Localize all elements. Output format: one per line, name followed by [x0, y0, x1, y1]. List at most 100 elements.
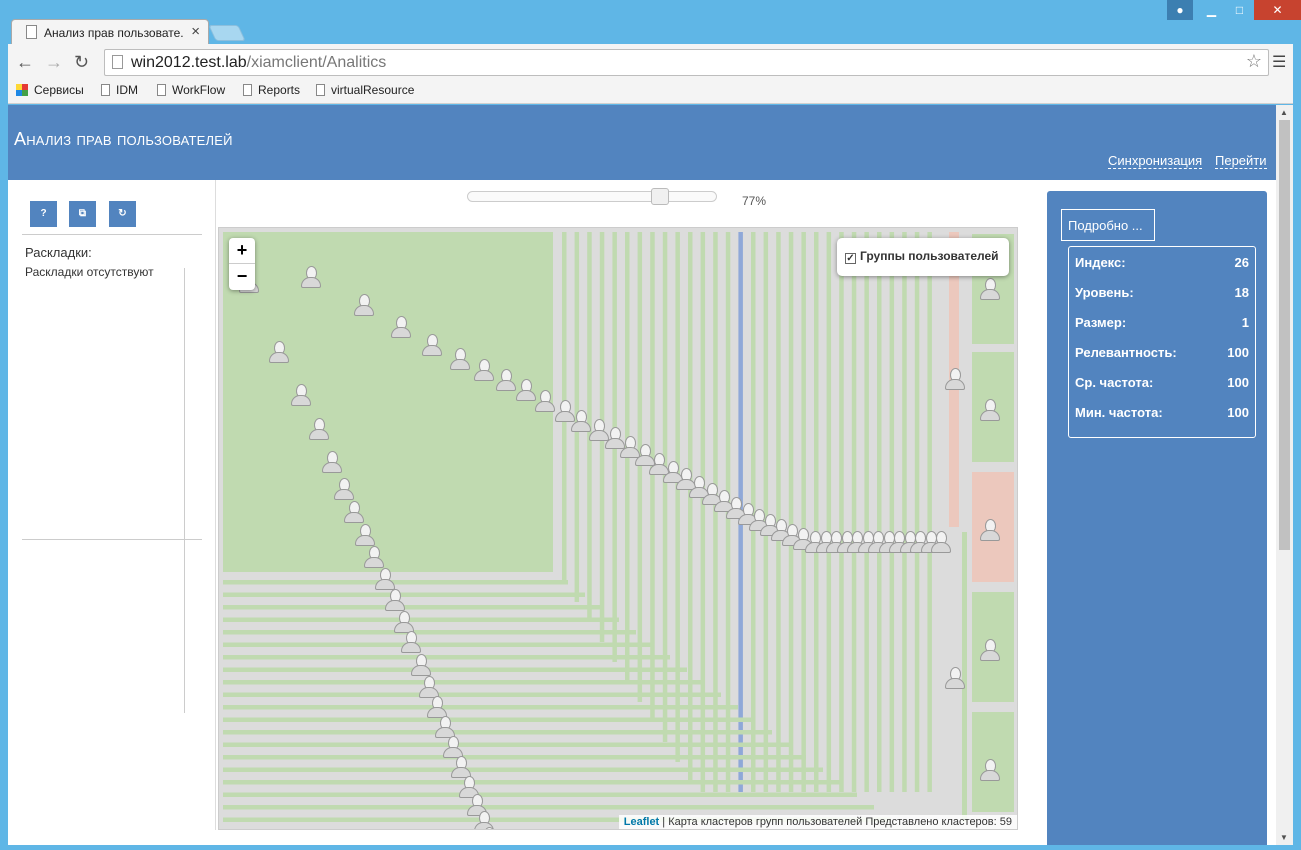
cluster-row[interactable] [223, 705, 738, 710]
zoom-in-button[interactable]: + [229, 238, 255, 264]
cluster-row[interactable] [223, 780, 840, 785]
close-window-button[interactable]: ✕ [1254, 0, 1301, 20]
user-group-pin[interactable] [268, 341, 290, 365]
user-group-pin[interactable] [979, 399, 1001, 423]
cluster-row[interactable] [223, 692, 721, 698]
detail-value: 100 [1227, 405, 1249, 420]
cluster-column[interactable] [788, 232, 794, 792]
cluster-row[interactable] [223, 730, 772, 735]
zoom-slider[interactable] [467, 188, 717, 205]
cluster-column[interactable] [650, 232, 655, 722]
cluster-column[interactable] [688, 232, 693, 782]
user-group-pin[interactable] [944, 368, 966, 392]
user-group-pin[interactable] [384, 589, 406, 613]
cluster-column[interactable] [662, 232, 668, 742]
cluster-column[interactable] [927, 232, 932, 792]
browser-tab[interactable]: Анализ прав пользовате. × [11, 19, 209, 44]
user-group-pin[interactable] [979, 519, 1001, 543]
user-group-pin[interactable] [343, 501, 365, 525]
bookmark-services[interactable]: Сервисы [16, 83, 84, 97]
bookmark-workflow[interactable]: WorkFlow [157, 83, 225, 97]
cluster-row[interactable] [223, 792, 857, 798]
bookmark-reports[interactable]: Reports [243, 83, 300, 97]
help-button[interactable]: ? [30, 201, 57, 227]
copy-button[interactable]: ⧉ [69, 201, 96, 227]
forward-icon[interactable]: → [45, 52, 63, 73]
bookmark-star-icon[interactable]: ☆ [1246, 51, 1262, 72]
user-icon-body [422, 345, 442, 356]
close-tab-icon[interactable]: × [191, 23, 200, 40]
cluster-column[interactable] [877, 232, 882, 792]
user-group-pin[interactable] [353, 294, 375, 318]
cluster-column[interactable] [814, 232, 819, 792]
cluster-column[interactable] [801, 232, 806, 792]
cluster-row[interactable] [223, 667, 687, 673]
cluster-row[interactable] [223, 655, 670, 660]
cluster-row[interactable] [223, 642, 653, 648]
cluster-row[interactable] [223, 805, 874, 810]
minimize-button[interactable]: ▁ [1198, 0, 1225, 20]
user-icon[interactable]: ● [1167, 0, 1193, 20]
refresh-button[interactable]: ↻ [109, 201, 136, 227]
user-group-pin[interactable] [400, 631, 422, 655]
cluster-column[interactable] [902, 232, 907, 792]
cluster-row[interactable] [223, 742, 789, 748]
user-group-pin[interactable] [979, 639, 1001, 663]
cluster-row[interactable] [223, 767, 823, 773]
cluster-row[interactable] [223, 755, 806, 760]
user-group-pin[interactable] [410, 654, 432, 678]
page-scrollbar[interactable]: ▲ ▼ [1276, 105, 1293, 845]
cluster-column[interactable] [776, 232, 781, 792]
menu-icon[interactable]: ☰ [1272, 52, 1286, 72]
cluster-column[interactable] [839, 232, 844, 792]
reload-icon[interactable]: ↻ [74, 52, 89, 73]
user-group-pin[interactable] [354, 524, 376, 548]
user-group-pin[interactable] [534, 390, 556, 414]
user-group-pin[interactable] [290, 384, 312, 408]
cluster-column[interactable] [914, 232, 920, 792]
details-button[interactable]: Подробно ... [1061, 209, 1155, 241]
user-group-pin[interactable] [473, 359, 495, 383]
cluster-column[interactable] [851, 232, 857, 792]
cluster-column[interactable] [889, 232, 895, 792]
cluster-row[interactable] [223, 717, 755, 723]
cluster-row[interactable] [223, 617, 619, 623]
user-group-pin[interactable] [321, 451, 343, 475]
user-group-pin[interactable] [421, 334, 443, 358]
user-group-pin[interactable] [390, 316, 412, 340]
user-group-pin[interactable] [333, 478, 355, 502]
user-group-pin[interactable] [478, 827, 500, 829]
zoom-out-button[interactable]: − [229, 264, 255, 290]
user-group-pin[interactable] [979, 759, 1001, 783]
cluster-column[interactable] [826, 232, 832, 792]
user-group-pin[interactable] [495, 369, 517, 393]
cluster-column[interactable] [864, 232, 869, 792]
back-icon[interactable]: ← [16, 52, 34, 73]
user-group-pin[interactable] [363, 546, 385, 570]
scrollbar-thumb[interactable] [1279, 120, 1290, 550]
cluster-row[interactable] [223, 630, 636, 635]
address-bar[interactable]: win2012.test.lab/xiamclient/Analitics ☆ [104, 49, 1269, 76]
user-group-pin[interactable] [308, 418, 330, 442]
user-group-pin[interactable] [930, 531, 952, 555]
cluster-map[interactable]: + − ✓ Группы пользователей Leaflet | Карт… [218, 227, 1018, 830]
scroll-down-icon[interactable]: ▼ [1280, 833, 1288, 842]
user-group-pin[interactable] [944, 667, 966, 691]
slider-handle[interactable] [651, 188, 669, 205]
cluster-row[interactable] [223, 605, 602, 610]
layer-checkbox[interactable]: ✓ [845, 253, 856, 264]
scroll-up-icon[interactable]: ▲ [1280, 108, 1288, 117]
bookmark-virtualresource[interactable]: virtualResource [316, 83, 414, 97]
sync-link[interactable]: Синхронизация [1108, 153, 1203, 169]
bookmark-idm[interactable]: IDM [101, 83, 138, 97]
cluster-block[interactable] [223, 232, 553, 572]
new-tab-button[interactable] [208, 25, 246, 41]
goto-link[interactable]: Перейти [1215, 153, 1267, 169]
leaflet-link[interactable]: Leaflet [624, 816, 659, 828]
maximize-button[interactable]: □ [1226, 0, 1253, 20]
user-group-pin[interactable] [300, 266, 322, 290]
user-group-pin[interactable] [979, 278, 1001, 302]
layer-control[interactable]: ✓ Группы пользователей [837, 238, 1009, 276]
cluster-row[interactable] [223, 680, 704, 685]
user-group-pin[interactable] [449, 348, 471, 372]
